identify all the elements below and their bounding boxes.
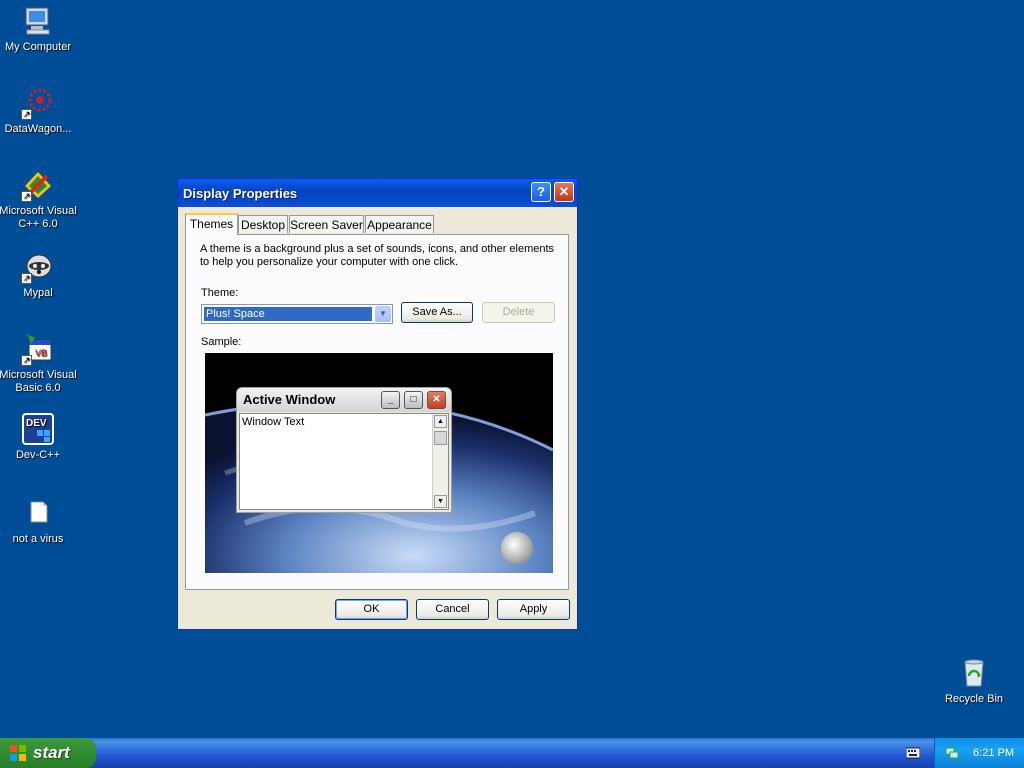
minimize-icon: _ [381,391,400,409]
start-button[interactable]: start [0,738,96,768]
desktop-icon-dev-cpp[interactable]: DEV Dev-C++ [0,412,78,462]
sample-window-body: Window Text ▲ ▼ [239,413,449,510]
delete-button[interactable]: Delete [482,302,555,323]
cancel-button[interactable]: Cancel [416,599,489,620]
computer-icon [21,4,55,38]
sample-label: Sample: [201,336,242,348]
close-icon: ✕ [558,184,570,199]
maximize-icon: □ [404,391,423,409]
system-tray: 6:21 PM [934,738,1024,768]
theme-description: A theme is a background plus a set of so… [200,243,555,268]
tab-screen-saver[interactable]: Screen Saver [289,215,364,233]
scroll-down-icon: ▼ [434,495,447,508]
display-properties-dialog: Display Properties ? ✕ Themes Desktop Sc… [177,178,578,630]
svg-text:DEV: DEV [26,418,47,429]
desktop-icon-label: Dev-C++ [15,449,61,461]
desktop-icon-label: DataWagon... [4,123,72,135]
clock[interactable]: 6:21 PM [973,738,1014,768]
sample-scrollbar: ▲ ▼ [432,414,448,509]
chevron-down-icon[interactable]: ▼ [375,306,391,322]
windows-logo-icon [10,745,26,761]
help-icon: ? [537,184,545,199]
ok-button[interactable]: OK [335,599,408,620]
svg-text:VB: VB [35,348,47,358]
shortcut-arrow-icon: ↗ [21,273,32,284]
desktop-icon-label: Microsoft Visual Basic 6.0 [0,369,77,394]
desktop-icon-datawagon[interactable]: ↗ DataWagon... [0,86,78,136]
theme-sample-preview: Active Window _ □ ✕ Window Text ▲ ▼ [205,353,553,573]
desktop-icon-label: Microsoft Visual C++ 6.0 [0,205,77,230]
network-icon[interactable] [945,746,959,760]
datawagon-icon: ↗ [21,86,55,120]
keyboard-icon[interactable] [906,747,920,759]
theme-label: Theme: [201,287,239,299]
dev-cpp-icon: DEV [21,412,55,446]
mypal-icon: ↗ [21,250,55,284]
close-button[interactable]: ✕ [554,182,574,202]
desktop-icon-label: Recycle Bin [944,693,1004,705]
file-icon [21,496,55,530]
sample-active-window: Active Window _ □ ✕ Window Text ▲ ▼ [236,387,452,513]
tab-desktop[interactable]: Desktop [238,215,288,233]
desktop-icon-visual-cpp[interactable]: ↗ Microsoft Visual C++ 6.0 [0,168,78,231]
shortcut-arrow-icon: ↗ [21,355,32,366]
theme-select-value: Plus! Space [204,307,372,321]
desktop-icon-label: My Computer [4,41,72,53]
scroll-up-icon: ▲ [434,415,447,428]
close-icon: ✕ [427,391,446,409]
recycle-bin-icon [957,656,991,690]
desktop-icon-not-a-virus[interactable]: not a virus [0,496,78,546]
tab-themes[interactable]: Themes [185,213,238,235]
taskbar: start 6:21 PM [0,738,1024,768]
scroll-thumb [434,431,447,445]
shortcut-arrow-icon: ↗ [21,191,32,202]
apply-button[interactable]: Apply [497,599,570,620]
theme-select[interactable]: Plus! Space ▼ [201,304,393,324]
desktop-icon-mypal[interactable]: ↗ Mypal [0,250,78,300]
desktop-icon-label: Mypal [23,287,53,299]
tab-appearance[interactable]: Appearance [365,215,434,233]
help-button[interactable]: ? [531,182,551,202]
desktop-icon-recycle-bin[interactable]: Recycle Bin [934,656,1014,706]
sample-window-text: Window Text [242,416,305,428]
shortcut-arrow-icon: ↗ [21,109,32,120]
visual-cpp-icon: ↗ [21,168,55,202]
start-label: start [33,743,70,762]
desktop-icon-visual-basic[interactable]: VB ↗ Microsoft Visual Basic 6.0 [0,332,78,395]
desktop-icon-my-computer[interactable]: My Computer [0,4,78,54]
themes-panel: A theme is a background plus a set of so… [185,234,569,590]
dialog-title: Display Properties [183,186,298,201]
desktop-icon-label: not a virus [12,533,64,545]
save-as-button[interactable]: Save As... [401,302,473,323]
title-bar[interactable]: Display Properties ? ✕ [178,179,577,207]
visual-basic-icon: VB ↗ [21,332,55,366]
